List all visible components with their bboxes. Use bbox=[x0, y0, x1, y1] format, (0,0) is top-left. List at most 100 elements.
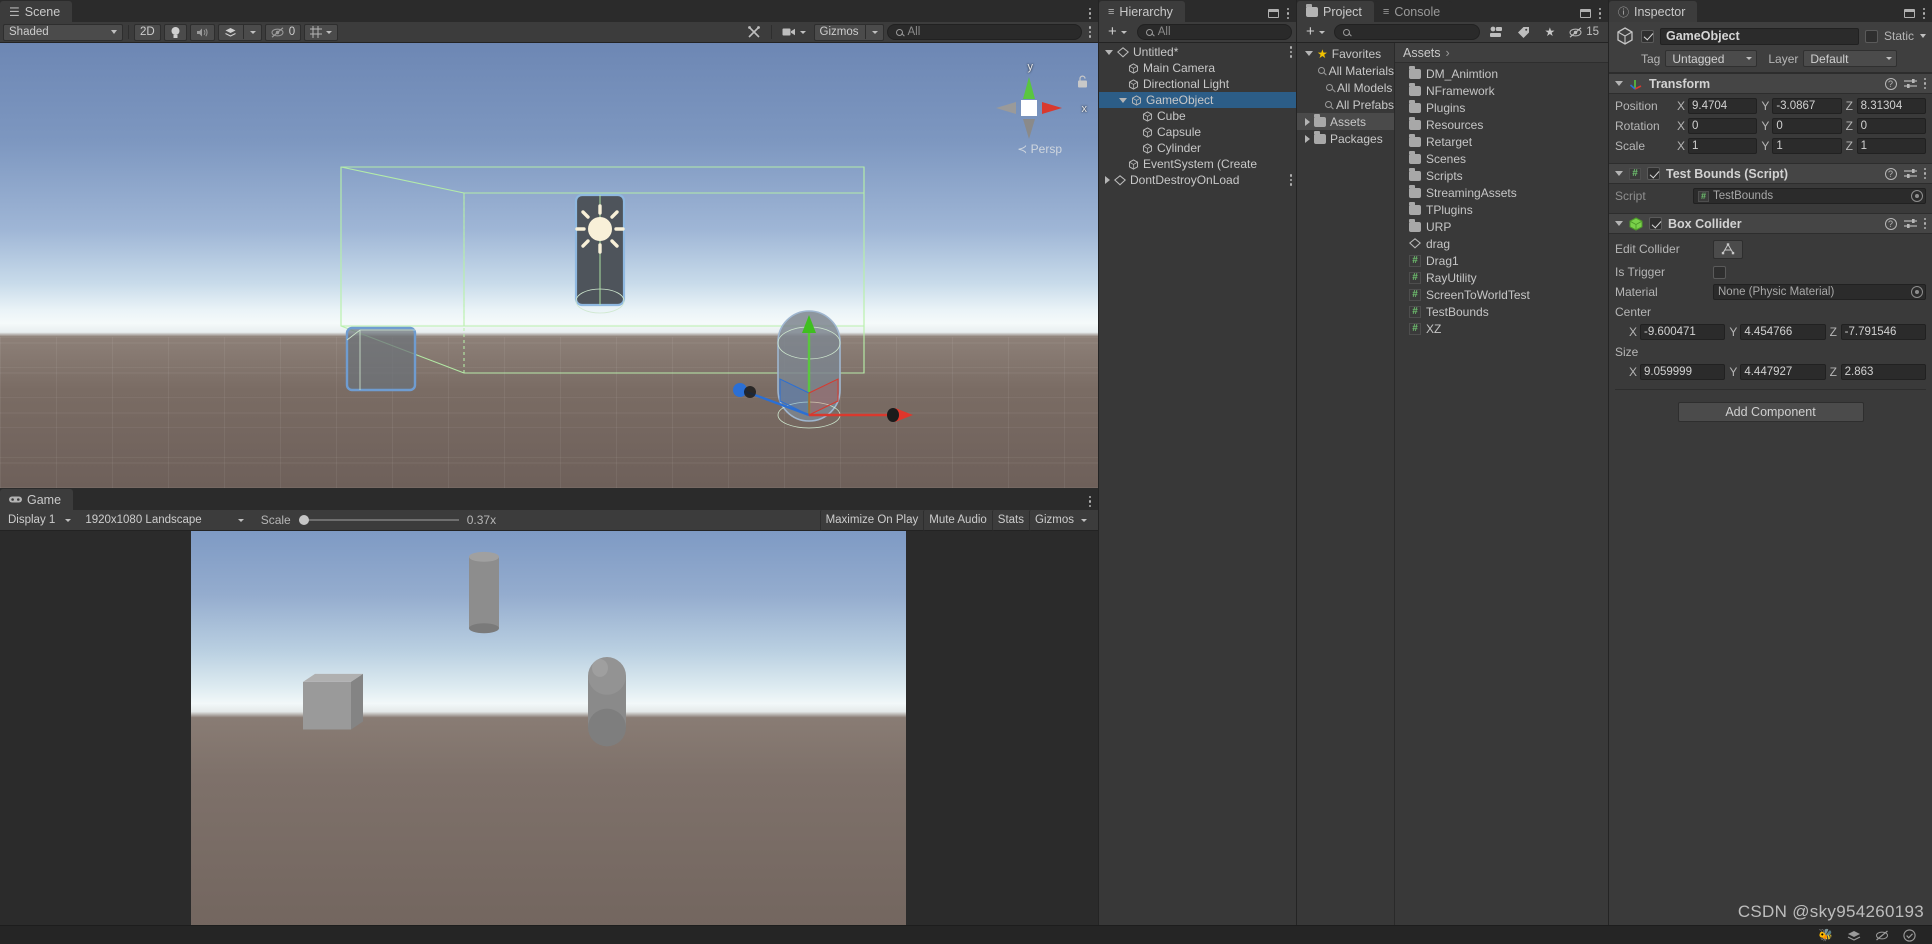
maximize-on-play-button[interactable]: Maximize On Play bbox=[819, 509, 924, 531]
collapse-arrow-icon[interactable] bbox=[1119, 97, 1127, 103]
project-favorite-button[interactable]: ★ bbox=[1539, 24, 1560, 41]
scale-slider[interactable] bbox=[298, 515, 459, 525]
audio-toggle-button[interactable] bbox=[189, 23, 215, 41]
collider-size-y-input[interactable]: 4.447927 bbox=[1740, 364, 1826, 380]
project-menu-icon[interactable] bbox=[1598, 7, 1601, 19]
tab-hierarchy[interactable]: ≡ Hierarchy bbox=[1099, 1, 1185, 22]
object-picker-icon[interactable] bbox=[1911, 286, 1923, 298]
project-tree-item[interactable]: All Materials bbox=[1297, 62, 1394, 79]
project-tree[interactable]: ★ Favorites All Materials All Models All Pre… bbox=[1297, 43, 1395, 944]
project-tree-item[interactable]: Packages bbox=[1297, 130, 1394, 147]
expand-arrow-icon[interactable] bbox=[1305, 134, 1310, 143]
gameobject-enabled-checkbox[interactable] bbox=[1641, 29, 1654, 43]
transform-rotation-x-field[interactable]: X0 bbox=[1677, 118, 1758, 134]
asset-item[interactable]: Scripts bbox=[1395, 167, 1608, 184]
chevron-down-icon[interactable] bbox=[1920, 34, 1926, 38]
hierarchy-item[interactable]: Cube bbox=[1099, 108, 1296, 124]
gizmos-dropdown[interactable]: Gizmos bbox=[813, 23, 884, 41]
transform-position-y-input[interactable]: -3.0867 bbox=[1772, 98, 1842, 114]
hierarchy-add-button[interactable]: + bbox=[1103, 24, 1132, 41]
project-hidden-count[interactable]: 15 bbox=[1564, 24, 1604, 41]
transform-scale-z-field[interactable]: Z1 bbox=[1846, 138, 1926, 154]
collider-center-z-input[interactable]: -7.791546 bbox=[1840, 324, 1926, 340]
collapse-arrow-icon[interactable] bbox=[1305, 51, 1313, 56]
mute-audio-button[interactable]: Mute Audio bbox=[923, 509, 992, 531]
script-object-field[interactable]: # TestBounds bbox=[1693, 188, 1926, 204]
resolution-dropdown[interactable]: 1920x1080 Landscape bbox=[80, 512, 248, 529]
preset-icon[interactable] bbox=[1903, 168, 1917, 179]
hierarchy-item[interactable]: DontDestroyOnLoad bbox=[1099, 172, 1296, 188]
asset-item[interactable]: DM_Animtion bbox=[1395, 65, 1608, 82]
collider-size-x-input[interactable]: 9.059999 bbox=[1640, 364, 1726, 380]
maximize-icon[interactable] bbox=[1579, 8, 1591, 18]
transform-component-header[interactable]: Transform ? bbox=[1609, 73, 1932, 94]
hierarchy-tree[interactable]: Untitled* Main Camera Directional Light Gam… bbox=[1099, 43, 1296, 944]
hierarchy-item[interactable]: EventSystem (Create bbox=[1099, 156, 1296, 172]
transform-rotation-z-input[interactable]: 0 bbox=[1856, 118, 1926, 134]
breadcrumb[interactable]: Assets › bbox=[1395, 43, 1608, 63]
component-menu-icon[interactable] bbox=[1923, 77, 1926, 90]
effects-toggle-button[interactable] bbox=[217, 23, 262, 41]
tab-project[interactable]: Project bbox=[1297, 1, 1374, 22]
tab-inspector[interactable]: ⓘ Inspector bbox=[1609, 1, 1698, 22]
grid-toggle-button[interactable] bbox=[304, 23, 339, 41]
transform-scale-y-field[interactable]: Y1 bbox=[1761, 138, 1842, 154]
collapse-arrow-icon[interactable] bbox=[1615, 171, 1623, 176]
eye-off-icon[interactable] bbox=[1875, 930, 1889, 941]
display-dropdown[interactable]: Display 1 bbox=[3, 512, 76, 529]
test-bounds-enabled-checkbox[interactable] bbox=[1647, 167, 1660, 180]
inspector-menu-icon[interactable] bbox=[1922, 7, 1925, 19]
transform-scale-x-field[interactable]: X1 bbox=[1677, 138, 1758, 154]
project-tree-item[interactable]: All Models bbox=[1297, 79, 1394, 96]
tab-game[interactable]: Game bbox=[0, 489, 74, 510]
add-component-button[interactable]: Add Component bbox=[1677, 402, 1864, 422]
hierarchy-item-menu-icon[interactable] bbox=[1289, 174, 1292, 186]
project-add-button[interactable]: + bbox=[1301, 24, 1330, 41]
asset-item[interactable]: TPlugins bbox=[1395, 201, 1608, 218]
lock-icon[interactable] bbox=[1077, 75, 1088, 88]
expand-arrow-icon[interactable] bbox=[1305, 117, 1310, 126]
hierarchy-item[interactable]: GameObject bbox=[1099, 92, 1296, 108]
box-collider-component-header[interactable]: Box Collider ? bbox=[1609, 213, 1932, 234]
transform-position-z-input[interactable]: 8.31304 bbox=[1856, 98, 1926, 114]
project-tree-item[interactable]: All Prefabs bbox=[1297, 96, 1394, 113]
transform-scale-y-input[interactable]: 1 bbox=[1772, 138, 1842, 154]
transform-scale-z-input[interactable]: 1 bbox=[1856, 138, 1926, 154]
shading-mode-dropdown[interactable]: Shaded bbox=[3, 23, 123, 41]
project-tree-item[interactable]: Assets bbox=[1297, 113, 1394, 130]
hidden-objects-button[interactable]: 0 bbox=[264, 23, 302, 41]
hierarchy-search-input[interactable]: All bbox=[1136, 24, 1292, 40]
asset-item[interactable]: Scenes bbox=[1395, 150, 1608, 167]
asset-item[interactable]: StreamingAssets bbox=[1395, 184, 1608, 201]
preset-icon[interactable] bbox=[1903, 218, 1917, 229]
box-collider-enabled-checkbox[interactable] bbox=[1649, 217, 1662, 230]
project-packages-button[interactable] bbox=[1484, 24, 1508, 41]
transform-rotation-y-field[interactable]: Y0 bbox=[1761, 118, 1842, 134]
is-trigger-checkbox[interactable] bbox=[1713, 265, 1726, 279]
test-bounds-component-header[interactable]: # Test Bounds (Script) ? bbox=[1609, 163, 1932, 184]
collider-center-x-input[interactable]: -9.600471 bbox=[1640, 324, 1726, 340]
transform-position-z-field[interactable]: Z 8.31304 bbox=[1846, 98, 1926, 114]
transform-scale-x-input[interactable]: 1 bbox=[1688, 138, 1758, 154]
hierarchy-item[interactable]: Cylinder bbox=[1099, 140, 1296, 156]
component-menu-icon[interactable] bbox=[1923, 167, 1926, 180]
transform-rotation-x-input[interactable]: 0 bbox=[1688, 118, 1758, 134]
project-label-button[interactable] bbox=[1512, 24, 1535, 41]
maximize-icon[interactable] bbox=[1903, 8, 1915, 18]
asset-item[interactable]: URP bbox=[1395, 218, 1608, 235]
scene-orientation-gizmo[interactable] bbox=[990, 69, 1068, 147]
edit-collider-button[interactable] bbox=[1713, 239, 1743, 259]
lighting-toggle-button[interactable] bbox=[163, 23, 187, 41]
help-icon[interactable]: ? bbox=[1884, 217, 1897, 230]
hierarchy-menu-icon[interactable] bbox=[1286, 7, 1289, 19]
gameobject-name-field[interactable]: GameObject bbox=[1660, 27, 1859, 45]
asset-item[interactable]: Resources bbox=[1395, 116, 1608, 133]
collider-size-x-field[interactable]: X 9.059999 bbox=[1629, 364, 1726, 380]
hierarchy-item[interactable]: Main Camera bbox=[1099, 60, 1296, 76]
collapse-arrow-icon[interactable] bbox=[1615, 221, 1623, 226]
toggle-2d-button[interactable]: 2D bbox=[134, 23, 161, 41]
tab-console[interactable]: ≡ Console bbox=[1373, 1, 1453, 22]
transform-position-x-field[interactable]: X 9.4704 bbox=[1677, 98, 1758, 114]
preset-icon[interactable] bbox=[1903, 78, 1917, 89]
tab-scene[interactable]: ☰ Scene bbox=[0, 1, 73, 22]
